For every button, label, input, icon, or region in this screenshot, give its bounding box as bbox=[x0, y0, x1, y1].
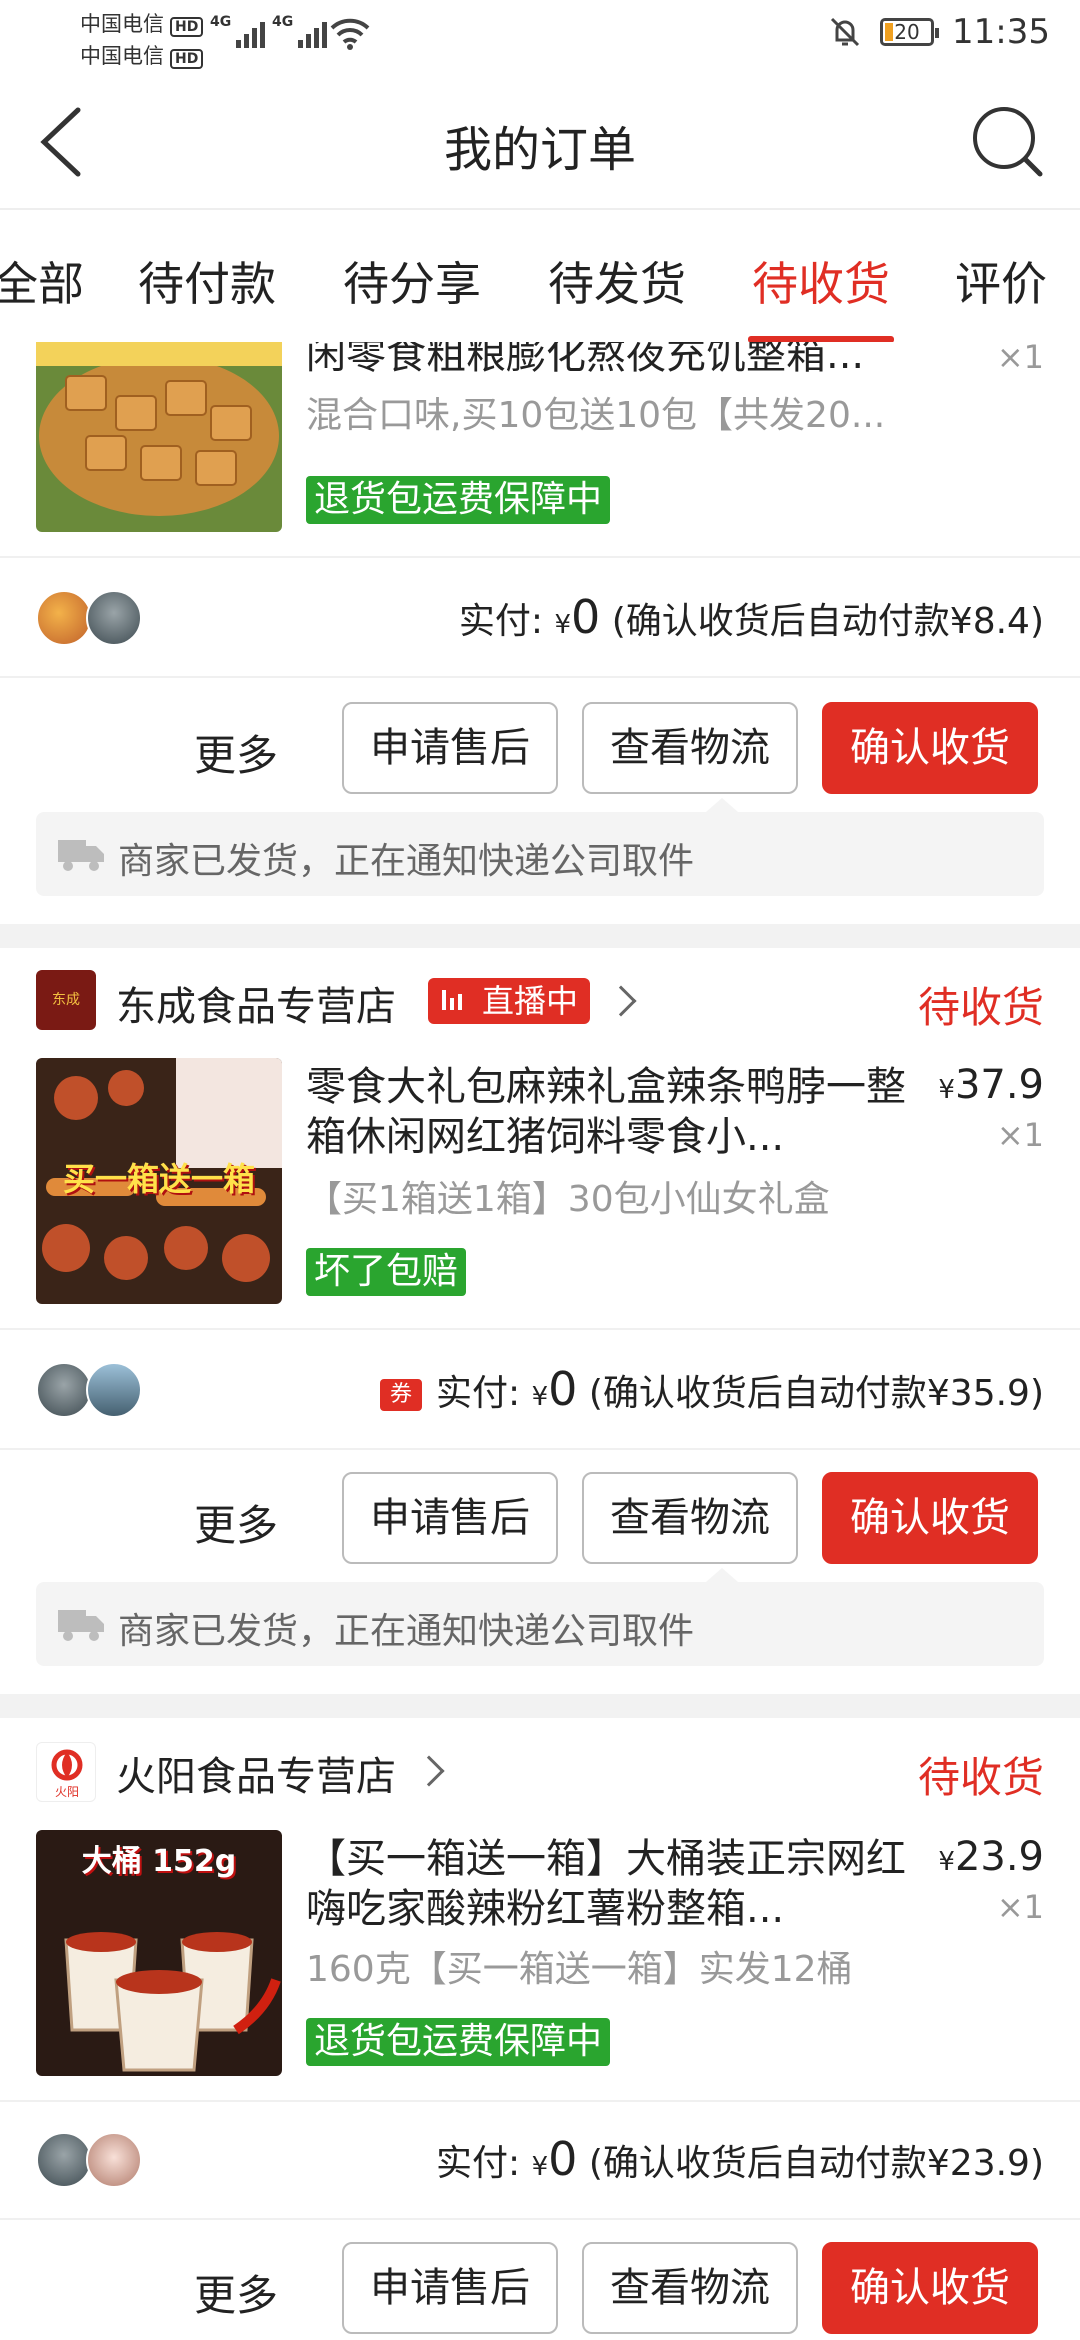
signal-icon: 4G bbox=[210, 14, 266, 48]
order-tabs: 全部 待付款 待分享 待发货 待收货 评价 bbox=[0, 208, 1080, 343]
tab-all[interactable]: 全部 bbox=[0, 248, 84, 314]
group-avatars bbox=[36, 1362, 146, 1418]
view-logistics-button[interactable]: 查看物流 bbox=[582, 2242, 798, 2334]
carrier-1: 中国电信 HD bbox=[80, 8, 204, 38]
truck-icon bbox=[58, 1610, 104, 1641]
product-quantity: ×1 bbox=[996, 1116, 1044, 1154]
product-title[interactable]: 闲零食粗粮膨化熬夜充饥整箱... bbox=[306, 342, 906, 380]
product-title[interactable]: 零食大礼包麻辣礼盒辣条鸭脖一整箱休闲网红猪饲料零食小... bbox=[306, 1062, 906, 1162]
confirm-receipt-button[interactable]: 确认收货 bbox=[822, 702, 1038, 794]
avatar bbox=[86, 1362, 142, 1418]
wifi-icon bbox=[330, 18, 370, 50]
product-quantity: ×1 bbox=[996, 342, 1044, 376]
product-price: ¥23.9 bbox=[938, 1834, 1044, 1880]
product-image[interactable]: 大桶 152g bbox=[36, 1830, 282, 2076]
shop-logo[interactable]: 火阳 bbox=[36, 1742, 96, 1802]
product-price: ¥37.9 bbox=[938, 1062, 1044, 1108]
paid-summary: 券实付: ¥0 (确认收货后自动付款¥35.9) bbox=[379, 1362, 1044, 1416]
search-icon[interactable] bbox=[968, 102, 1044, 178]
more-button[interactable]: 更多 bbox=[194, 1492, 278, 1553]
guarantee-badge: 退货包运费保障中 bbox=[306, 2018, 611, 2066]
product-spec: 【买1箱送1箱】30包小仙女礼盒 bbox=[306, 1179, 830, 1220]
more-button[interactable]: 更多 bbox=[194, 2262, 278, 2323]
product-quantity: ×1 bbox=[996, 1888, 1044, 1926]
avatar bbox=[86, 590, 142, 646]
nav-bar: 我的订单 bbox=[0, 72, 1080, 208]
shipping-notice: 商家已发货，正在通知快递公司取件 bbox=[36, 1568, 1044, 1666]
chevron-right-icon[interactable] bbox=[605, 985, 637, 1017]
after-sale-button[interactable]: 申请售后 bbox=[342, 2242, 558, 2334]
page-title: 我的订单 bbox=[443, 122, 636, 178]
battery-icon: 20 bbox=[880, 18, 940, 46]
avatar bbox=[36, 590, 92, 646]
confirm-receipt-button[interactable]: 确认收货 bbox=[822, 2242, 1038, 2334]
product-spec: 160克【买一箱送一箱】实发12桶 bbox=[306, 1949, 853, 1990]
paid-summary: 实付: ¥0 (确认收货后自动付款¥8.4) bbox=[458, 590, 1044, 644]
after-sale-button[interactable]: 申请售后 bbox=[342, 1472, 558, 1564]
product-title[interactable]: 【买一箱送一箱】大桶装正宗网红嗨吃家酸辣粉红薯粉整箱... bbox=[306, 1834, 906, 1934]
after-sale-button[interactable]: 申请售后 bbox=[342, 702, 558, 794]
more-button[interactable]: 更多 bbox=[194, 722, 278, 783]
live-badge[interactable]: 直播中 bbox=[428, 978, 591, 1024]
signal-icon: 4G bbox=[272, 14, 328, 48]
order-list: 闲零食粗粮膨化熬夜充饥整箱... ×1 混合口味,买10包送10包【共发20..… bbox=[0, 342, 1080, 2340]
group-avatars bbox=[36, 590, 146, 646]
shipping-notice-text: 商家已发货，正在通知快递公司取件 bbox=[118, 1611, 695, 1652]
tab-review[interactable]: 评价 bbox=[955, 248, 1047, 314]
tab-pending-shipment[interactable]: 待发货 bbox=[548, 248, 686, 314]
tab-pending-share[interactable]: 待分享 bbox=[343, 248, 481, 314]
shop-logo[interactable]: 东成 bbox=[36, 970, 96, 1030]
guarantee-badge: 退货包运费保障中 bbox=[306, 476, 611, 524]
clock: 11:35 bbox=[952, 12, 1050, 52]
coupon-icon: 券 bbox=[379, 1379, 422, 1411]
confirm-receipt-button[interactable]: 确认收货 bbox=[822, 1472, 1038, 1564]
order-status: 待收货 bbox=[917, 983, 1044, 1032]
chevron-right-icon[interactable] bbox=[413, 1755, 445, 1787]
shop-name[interactable]: 东成食品专营店 bbox=[116, 974, 396, 1032]
avatar bbox=[86, 2132, 142, 2188]
shipping-notice: 商家已发货，正在通知快递公司取件 bbox=[36, 798, 1044, 896]
view-logistics-button[interactable]: 查看物流 bbox=[582, 702, 798, 794]
view-logistics-button[interactable]: 查看物流 bbox=[582, 1472, 798, 1564]
product-image[interactable] bbox=[36, 342, 282, 532]
order-status: 待收货 bbox=[917, 1753, 1044, 1802]
group-avatars bbox=[36, 2132, 146, 2188]
carrier-2: 中国电信 HD bbox=[80, 40, 204, 70]
shipping-notice-text: 商家已发货，正在通知快递公司取件 bbox=[118, 841, 695, 882]
status-bar: 中国电信 HD 中国电信 HD 4G 4G 20 11:35 bbox=[0, 0, 1080, 72]
avatar bbox=[36, 2132, 92, 2188]
product-spec: 混合口味,买10包送10包【共发20... bbox=[306, 395, 886, 436]
mute-bell-icon bbox=[830, 17, 860, 47]
shop-name[interactable]: 火阳食品专营店 bbox=[116, 1744, 396, 1802]
product-image[interactable]: 买一箱送一箱 bbox=[36, 1058, 282, 1304]
truck-icon bbox=[58, 840, 104, 871]
tab-pending-receipt[interactable]: 待收货 bbox=[752, 248, 890, 314]
tab-pending-payment[interactable]: 待付款 bbox=[138, 248, 276, 314]
avatar bbox=[36, 1362, 92, 1418]
paid-summary: 实付: ¥0 (确认收货后自动付款¥23.9) bbox=[435, 2132, 1044, 2186]
guarantee-badge: 坏了包赔 bbox=[306, 1248, 467, 1296]
